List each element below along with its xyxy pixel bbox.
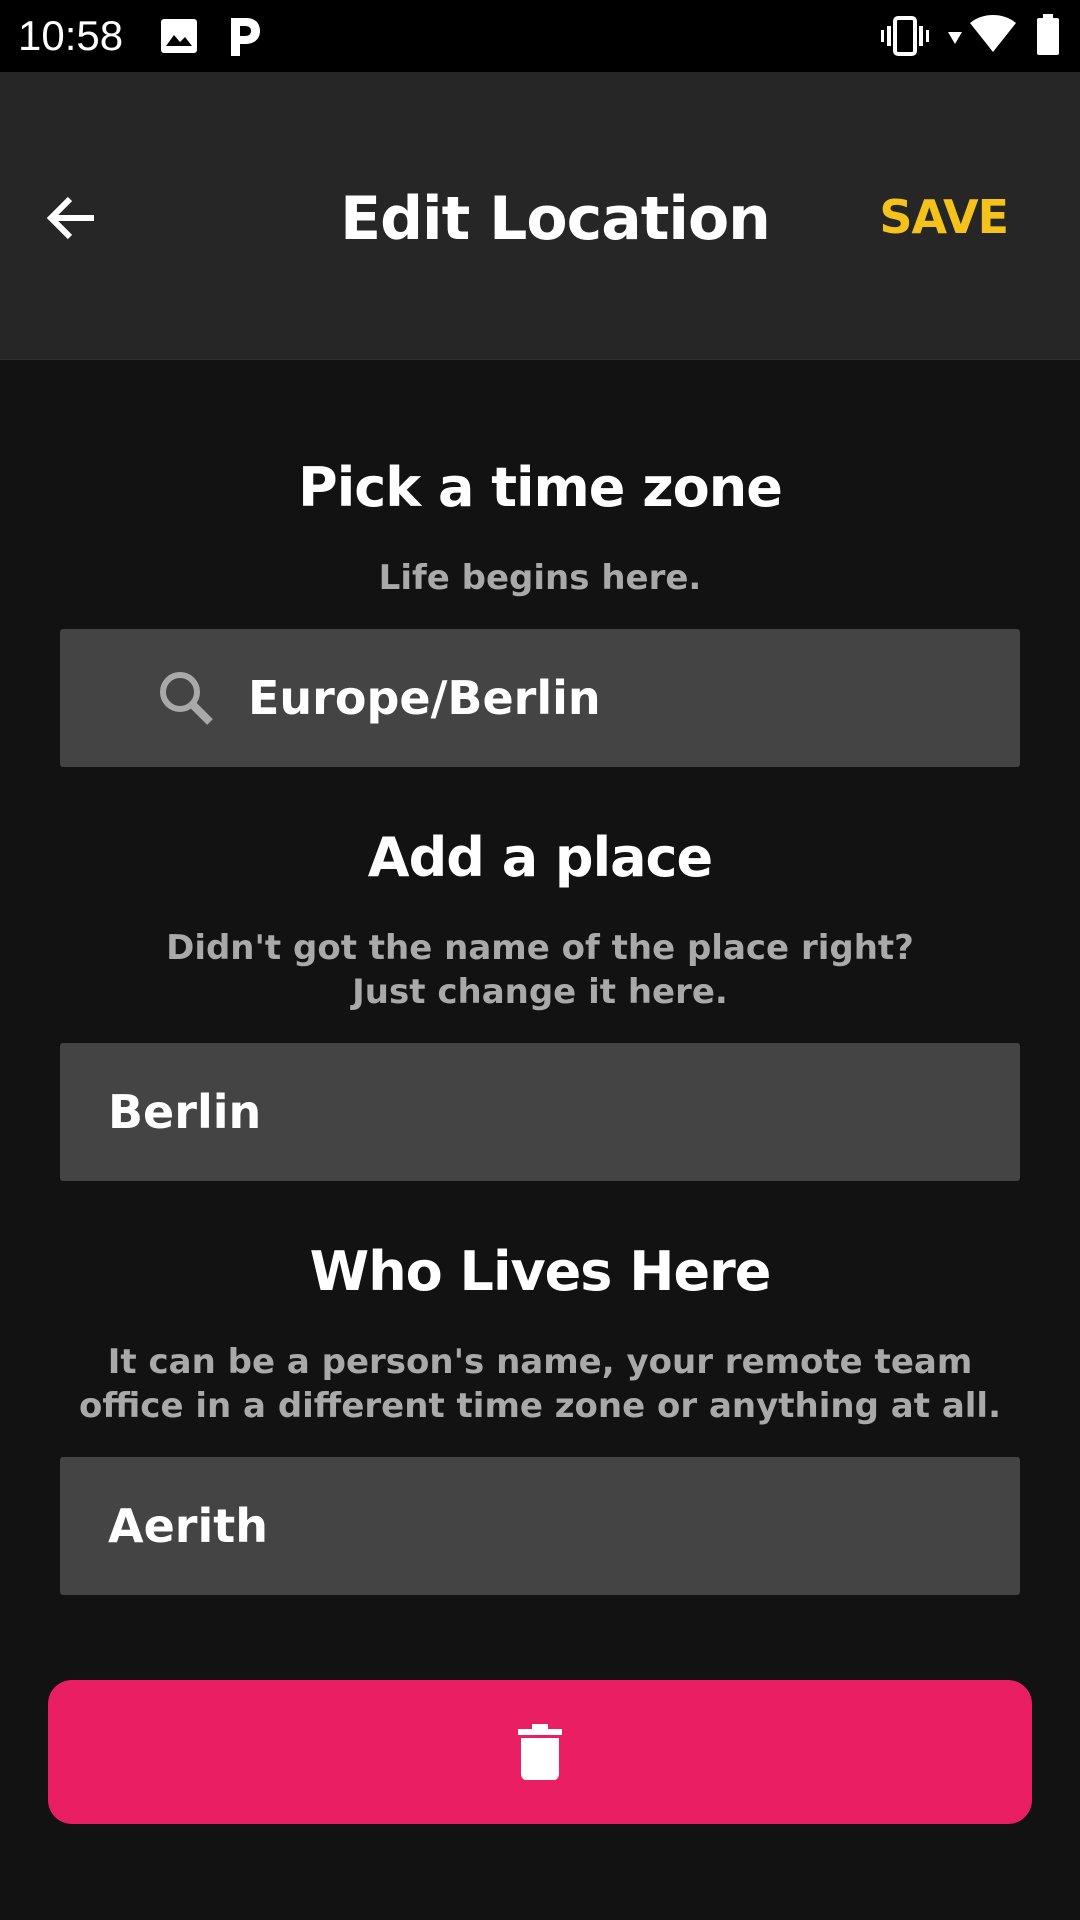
trash-icon	[518, 1724, 562, 1780]
image-icon	[161, 19, 197, 53]
place-section-title: Add a place	[367, 826, 713, 889]
signal-arrow-icon	[948, 32, 962, 44]
timezone-search-field[interactable]	[60, 629, 1020, 767]
who-section-subtitle-line1: It can be a person's name, your remote t…	[107, 1342, 973, 1382]
search-icon	[156, 662, 216, 734]
timezone-section-title: Pick a time zone	[298, 456, 783, 519]
wifi-icon	[970, 15, 1016, 52]
delete-button[interactable]	[48, 1680, 1032, 1824]
place-section-subtitle-line2: Just change it here.	[352, 972, 728, 1012]
who-section-title: Who Lives Here	[309, 1240, 772, 1303]
status-time: 10:58	[18, 12, 124, 59]
timezone-section-subtitle: Life begins here.	[378, 558, 702, 598]
place-name-input[interactable]	[108, 1085, 1020, 1139]
who-lives-here-field[interactable]	[60, 1457, 1020, 1595]
vibrate-icon	[881, 16, 929, 56]
who-section-subtitle-line2: office in a different time zone or anyth…	[79, 1386, 1001, 1426]
status-bar: 10:58	[0, 0, 1080, 72]
save-button[interactable]: SAVE	[879, 182, 1009, 252]
p-app-icon	[231, 18, 260, 56]
place-section-subtitle-line1: Didn't got the name of the place right?	[166, 928, 914, 968]
battery-icon	[1037, 14, 1059, 55]
timezone-input[interactable]	[248, 671, 1020, 725]
who-lives-here-input[interactable]	[108, 1499, 1020, 1553]
place-name-field[interactable]	[60, 1043, 1020, 1181]
